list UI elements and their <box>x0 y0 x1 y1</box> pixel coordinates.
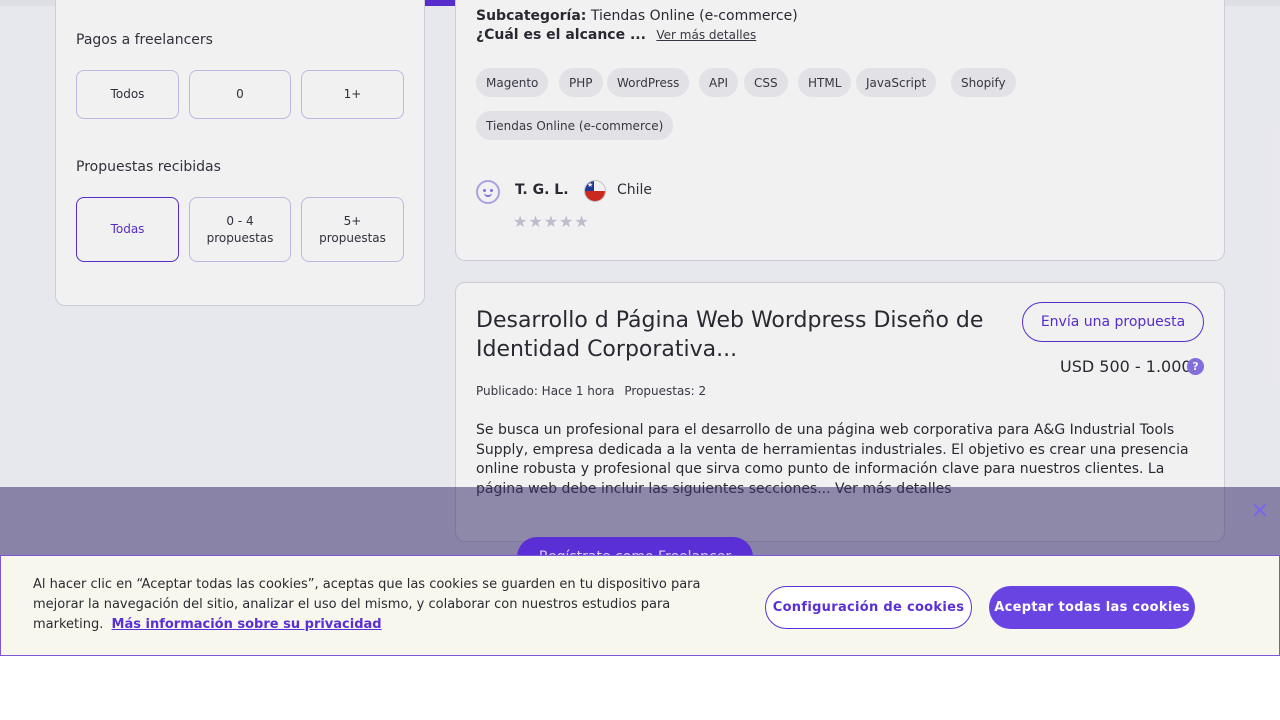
accept-cookies-button[interactable]: Aceptar todas las cookies <box>989 586 1195 629</box>
cookie-text: Al hacer clic en “Aceptar todas las cook… <box>33 575 723 635</box>
page-bottom <box>0 656 1280 720</box>
privacy-link[interactable]: Más información sobre su privacidad <box>112 617 382 632</box>
close-icon[interactable]: ✕ <box>1247 498 1273 524</box>
cookie-banner: Al hacer clic en “Aceptar todas las cook… <box>0 555 1280 656</box>
cookie-settings-button[interactable]: Configuración de cookies <box>765 586 972 629</box>
page: Pagos a freelancers Todos 0 1+ Propuesta… <box>0 0 1280 720</box>
